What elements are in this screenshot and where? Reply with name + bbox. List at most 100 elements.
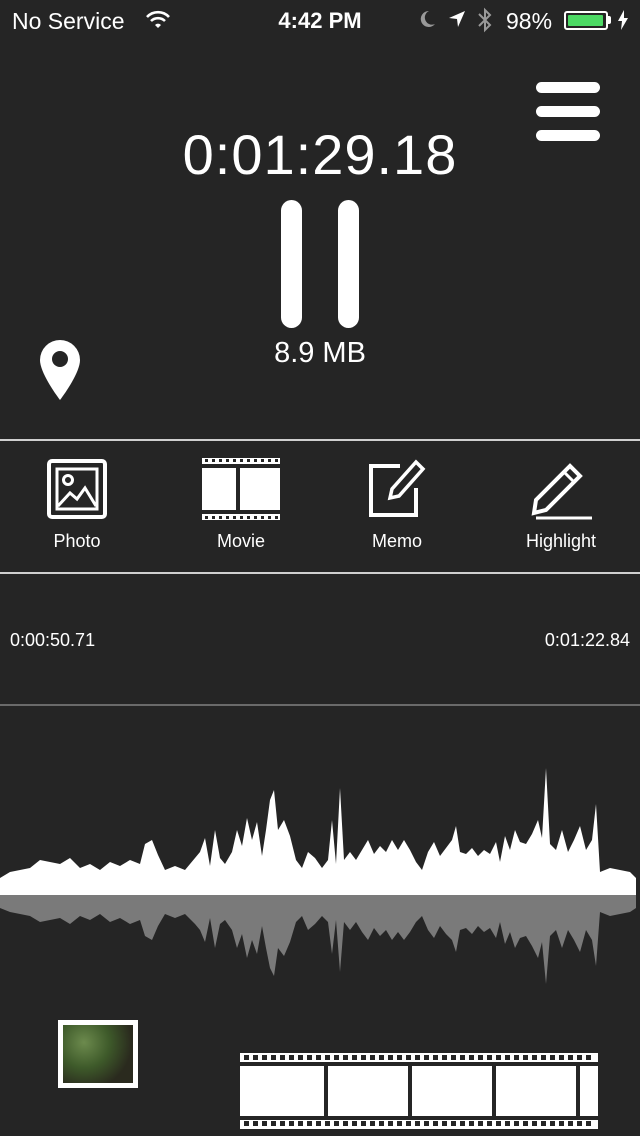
film-sprocket-hole bbox=[253, 1055, 258, 1060]
film-sprocket-hole bbox=[343, 1055, 348, 1060]
film-sprocket-hole bbox=[406, 1121, 411, 1126]
film-sprocket-hole bbox=[451, 1055, 456, 1060]
film-sprocket-hole bbox=[577, 1121, 582, 1126]
film-sprocket-hole bbox=[469, 1121, 474, 1126]
film-sprocket-hole bbox=[505, 1055, 510, 1060]
film-sprocket-hole bbox=[325, 1055, 330, 1060]
film-sprocket-hole bbox=[307, 1121, 312, 1126]
film-sprocket-hole bbox=[496, 1055, 501, 1060]
film-sprocket-hole bbox=[541, 1121, 546, 1126]
audio-waveform[interactable] bbox=[0, 760, 640, 990]
film-sprocket-hole bbox=[568, 1055, 573, 1060]
memo-edit-icon bbox=[369, 459, 426, 517]
film-sprocket-hole bbox=[433, 1055, 438, 1060]
film-sprocket-hole bbox=[379, 1121, 384, 1126]
divider-top bbox=[0, 439, 640, 441]
location-pin-icon[interactable] bbox=[38, 338, 82, 402]
waveform-reflection bbox=[0, 895, 636, 984]
film-sprocket-hole bbox=[298, 1121, 303, 1126]
film-sprocket-hole bbox=[514, 1055, 519, 1060]
film-sprocket-hole bbox=[397, 1055, 402, 1060]
film-sprocket-hole bbox=[460, 1121, 465, 1126]
film-sprocket-hole bbox=[388, 1055, 393, 1060]
film-sprocket-hole bbox=[406, 1055, 411, 1060]
pause-button[interactable] bbox=[280, 200, 360, 328]
highlight-label: Highlight bbox=[525, 531, 597, 551]
film-sprocket-hole bbox=[523, 1121, 528, 1126]
divider-toolbar bbox=[0, 572, 640, 574]
film-sprocket-hole bbox=[271, 1121, 276, 1126]
film-sprocket-hole bbox=[541, 1055, 546, 1060]
film-sprocket-hole bbox=[532, 1055, 537, 1060]
film-sprocket-hole bbox=[514, 1121, 519, 1126]
film-sprocket-hole bbox=[442, 1055, 447, 1060]
film-sprocket-hole bbox=[316, 1055, 321, 1060]
charging-bolt-icon bbox=[618, 10, 628, 30]
film-sprocket-hole bbox=[532, 1121, 537, 1126]
file-size: 8.9 MB bbox=[274, 337, 366, 369]
film-sprocket-hole bbox=[586, 1055, 591, 1060]
timeline-divider bbox=[0, 704, 640, 706]
film-sprocket-hole bbox=[550, 1055, 555, 1060]
film-sprocket-hole bbox=[244, 1055, 249, 1060]
location-arrow-icon bbox=[449, 11, 465, 27]
film-sprocket-hole bbox=[397, 1121, 402, 1126]
waveform-top bbox=[0, 768, 636, 895]
movie-button[interactable]: Movie bbox=[186, 458, 296, 562]
film-sprocket-hole bbox=[370, 1055, 375, 1060]
film-sprocket-hole bbox=[550, 1121, 555, 1126]
film-sprocket-hole bbox=[370, 1121, 375, 1126]
film-sprocket-hole bbox=[298, 1055, 303, 1060]
film-sprocket-hole bbox=[424, 1055, 429, 1060]
start-time-label: 0:00:50.71 bbox=[10, 630, 96, 650]
film-sprocket-hole bbox=[487, 1121, 492, 1126]
film-sprocket-hole bbox=[559, 1055, 564, 1060]
bluetooth-icon bbox=[478, 7, 492, 33]
film-sprocket-hole bbox=[361, 1055, 366, 1060]
film-sprocket-hole bbox=[379, 1055, 384, 1060]
memo-button[interactable]: Memo bbox=[342, 458, 452, 562]
moon-icon bbox=[420, 10, 435, 27]
film-sprocket-hole bbox=[415, 1121, 420, 1126]
film-sprocket-hole bbox=[559, 1121, 564, 1126]
film-sprocket-hole bbox=[334, 1121, 339, 1126]
movie-filmstrip[interactable] bbox=[240, 1053, 598, 1129]
film-sprocket-hole bbox=[271, 1055, 276, 1060]
film-sprocket-hole bbox=[325, 1121, 330, 1126]
film-sprocket-hole bbox=[388, 1121, 393, 1126]
film-sprocket-hole bbox=[289, 1055, 294, 1060]
film-sprocket-hole bbox=[478, 1121, 483, 1126]
film-sprocket-hole bbox=[280, 1055, 285, 1060]
battery-fill bbox=[568, 15, 603, 26]
film-sprocket-hole bbox=[586, 1121, 591, 1126]
film-sprocket-hole bbox=[523, 1055, 528, 1060]
highlight-button[interactable]: Highlight bbox=[506, 458, 616, 562]
film-sprocket-hole bbox=[262, 1055, 267, 1060]
battery-icon bbox=[564, 11, 608, 30]
photo-thumbnail[interactable] bbox=[58, 1020, 138, 1088]
film-sprocket-hole bbox=[424, 1121, 429, 1126]
battery-tip bbox=[608, 16, 611, 24]
highlight-pencil-icon bbox=[531, 463, 592, 520]
battery-percent: 98% bbox=[506, 8, 553, 34]
film-sprocket-hole bbox=[343, 1121, 348, 1126]
film-sprocket-hole bbox=[433, 1121, 438, 1126]
film-sprocket-hole bbox=[361, 1121, 366, 1126]
movie-film-icon bbox=[202, 458, 280, 520]
film-sprocket-hole bbox=[307, 1055, 312, 1060]
photo-icon bbox=[47, 459, 107, 519]
film-sprocket-hole bbox=[316, 1121, 321, 1126]
film-sprocket-hole bbox=[262, 1121, 267, 1126]
film-sprocket-hole bbox=[568, 1121, 573, 1126]
photo-button[interactable]: Photo bbox=[22, 458, 132, 562]
film-sprocket-hole bbox=[352, 1055, 357, 1060]
film-sprocket-hole bbox=[487, 1055, 492, 1060]
film-sprocket-hole bbox=[505, 1121, 510, 1126]
film-sprocket-hole bbox=[280, 1121, 285, 1126]
end-time-label: 0:01:22.84 bbox=[544, 630, 630, 650]
film-sprocket-hole bbox=[442, 1121, 447, 1126]
film-sprocket-hole bbox=[451, 1121, 456, 1126]
thumbnail-image bbox=[63, 1025, 133, 1083]
memo-label: Memo bbox=[371, 531, 422, 551]
status-bar: No Service 4:42 PM 98% bbox=[0, 0, 640, 40]
